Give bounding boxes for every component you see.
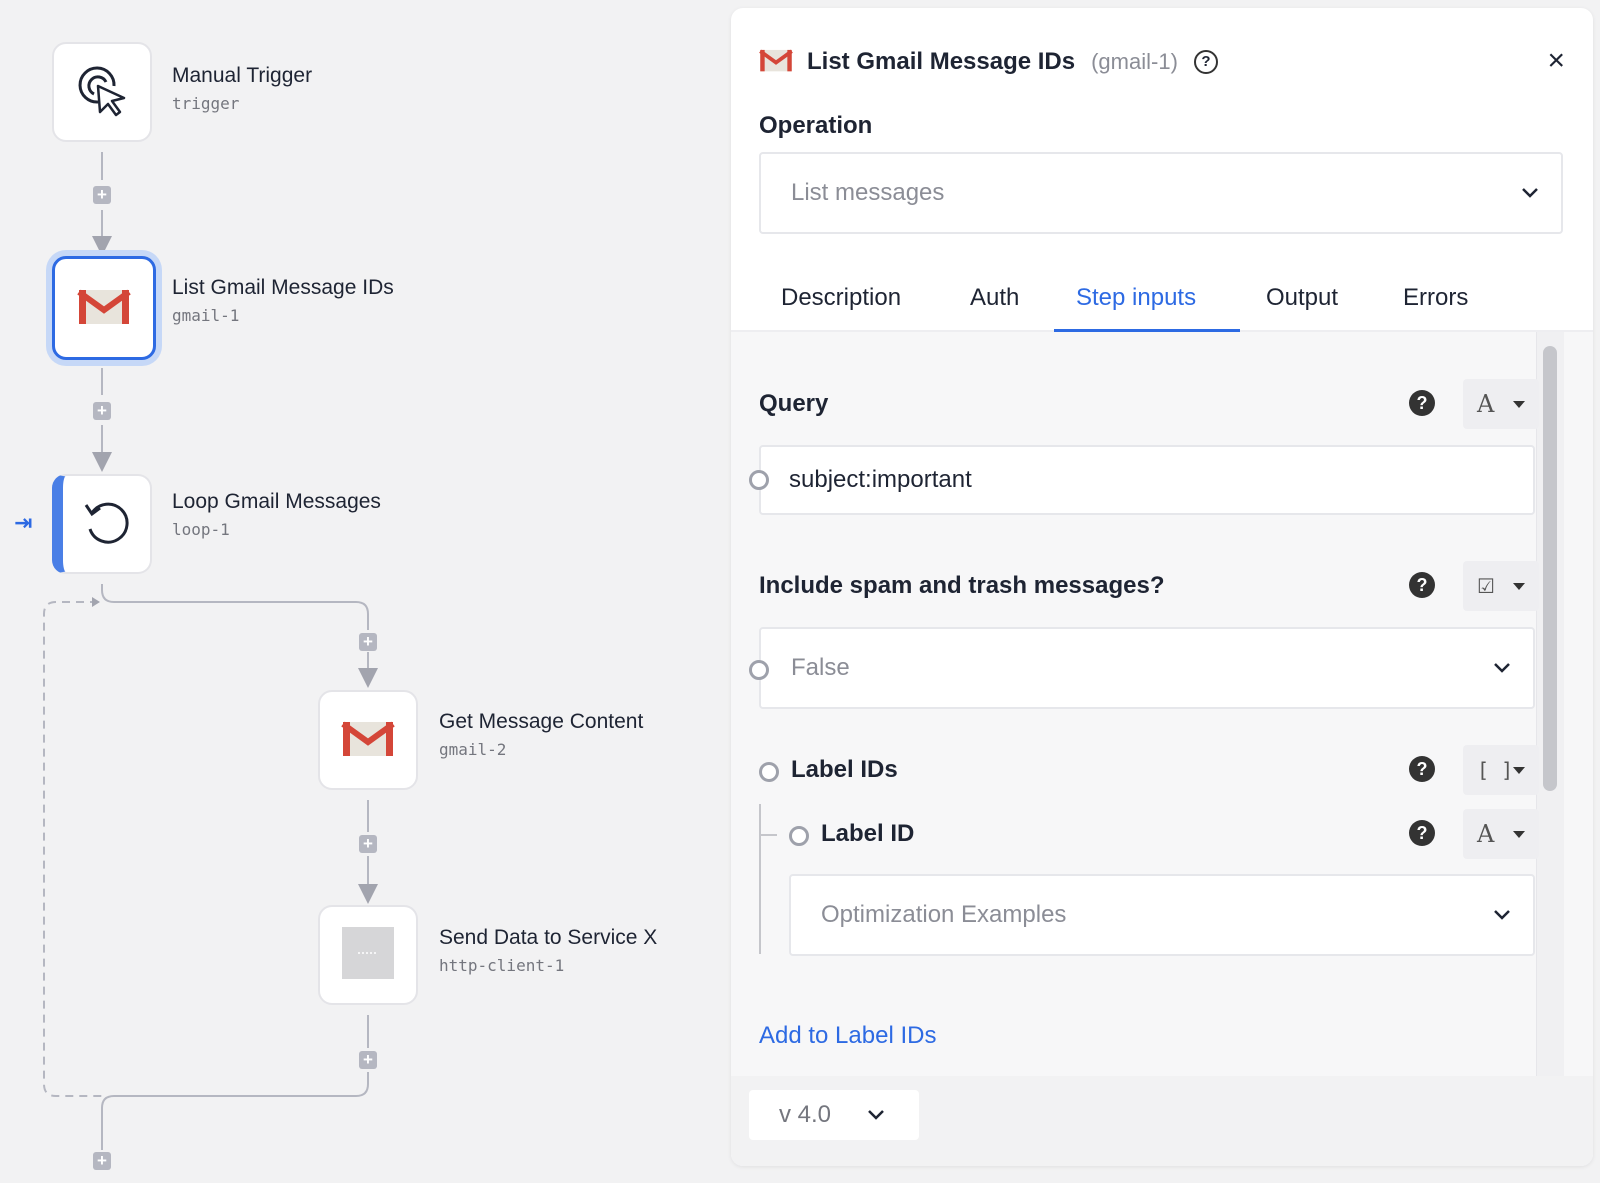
panel-header: List Gmail Message IDs (gmail-1) ? × — [759, 42, 1565, 82]
nested-field-guide — [759, 834, 777, 836]
tab-errors[interactable]: Errors — [1403, 284, 1468, 312]
add-step-button[interactable]: + — [93, 1152, 111, 1170]
node-manual-trigger[interactable] — [52, 42, 152, 142]
query-input[interactable]: subject:important — [759, 445, 1535, 515]
node-key: gmail-1 — [172, 306, 240, 325]
tab-step-inputs[interactable]: Step inputs — [1076, 284, 1196, 312]
node-label-get-message-content: Get Message Content gmail-2 — [439, 710, 643, 759]
include-spam-label: Include spam and trash messages? — [759, 572, 1165, 599]
node-key: gmail-2 — [439, 740, 507, 759]
caret-down-icon — [1513, 767, 1525, 774]
label-id-type-button[interactable]: A — [1463, 809, 1539, 859]
label-id-select[interactable]: Optimization Examples — [789, 874, 1535, 956]
add-step-button[interactable]: + — [359, 633, 377, 651]
workflow-connectors — [43, 152, 378, 1150]
query-value: subject:important — [789, 466, 972, 493]
step-inputs-content: Query ? A subject:important Include spam… — [731, 332, 1593, 1076]
array-type-icon: [ ] — [1477, 758, 1514, 782]
node-title: List Gmail Message IDs — [172, 276, 394, 299]
chevron-down-icon — [1494, 663, 1510, 673]
caret-down-icon — [1513, 401, 1525, 408]
gmail-icon — [341, 718, 395, 763]
node-get-message-content[interactable] — [318, 690, 418, 790]
node-key: loop-1 — [172, 520, 230, 539]
node-title: Send Data to Service X — [439, 926, 658, 949]
scrollbar-thumb[interactable] — [1543, 346, 1557, 791]
tab-auth[interactable]: Auth — [970, 284, 1019, 312]
version-select[interactable]: v 4.0 — [749, 1090, 919, 1140]
panel-step-key: (gmail-1) — [1091, 49, 1178, 74]
tab-bar: Description Auth Step inputs Output Erro… — [731, 270, 1593, 332]
operation-value: List messages — [791, 179, 945, 206]
node-title: Loop Gmail Messages — [172, 490, 381, 513]
label-ids-help-icon[interactable]: ? — [1409, 756, 1435, 782]
node-label-loop-gmail-messages: Loop Gmail Messages loop-1 — [172, 490, 381, 539]
tab-description[interactable]: Description — [781, 284, 901, 312]
chevron-down-icon — [1494, 910, 1510, 920]
query-help-icon[interactable]: ? — [1409, 390, 1435, 416]
node-key: trigger — [172, 94, 240, 113]
close-button[interactable]: × — [1547, 44, 1565, 78]
add-to-label-ids-link[interactable]: Add to Label IDs — [759, 1022, 936, 1050]
label-ids-label: Label IDs — [791, 756, 898, 783]
label-ids-type-button[interactable]: [ ] — [1463, 745, 1539, 795]
string-type-icon: A — [1477, 390, 1495, 418]
label-ids-connect-radio[interactable] — [759, 762, 779, 782]
node-list-gmail-message-ids[interactable] — [52, 256, 156, 360]
caret-down-icon — [1513, 583, 1525, 590]
boolean-type-icon: ☑ — [1477, 574, 1495, 598]
operation-label: Operation — [759, 112, 873, 139]
include-spam-help-icon[interactable]: ? — [1409, 572, 1435, 598]
node-title: Get Message Content — [439, 710, 644, 733]
workflow-canvas: Manual Trigger trigger + List Gmail Mess… — [0, 0, 730, 1183]
node-send-data-to-service-x[interactable] — [318, 905, 418, 1005]
string-type-icon: A — [1477, 820, 1495, 848]
version-value: v 4.0 — [779, 1101, 832, 1128]
include-spam-value: False — [791, 654, 850, 681]
step-config-panel: List Gmail Message IDs (gmail-1) ? × Ope… — [731, 8, 1593, 1166]
add-step-button[interactable]: + — [359, 835, 377, 853]
label-id-help-icon[interactable]: ? — [1409, 820, 1435, 846]
label-id-connect-radio[interactable] — [789, 826, 809, 846]
loop-icon — [80, 495, 134, 554]
cursor-click-icon — [74, 62, 130, 123]
http-client-icon — [341, 926, 395, 985]
node-label-send-data-to-service-x: Send Data to Service X http-client-1 — [439, 926, 657, 975]
node-title: Manual Trigger — [172, 64, 313, 87]
query-connect-radio[interactable] — [749, 470, 769, 490]
include-spam-connect-radio[interactable] — [749, 660, 769, 680]
operation-select[interactable]: List messages — [759, 152, 1563, 234]
tab-output[interactable]: Output — [1266, 284, 1338, 312]
label-id-value: Optimization Examples — [821, 901, 1067, 928]
node-loop-gmail-messages[interactable] — [52, 474, 152, 574]
label-id-label: Label ID — [821, 820, 915, 847]
node-label-manual-trigger: Manual Trigger trigger — [172, 64, 312, 113]
gmail-icon — [77, 286, 131, 331]
include-spam-type-button[interactable]: ☑ — [1463, 561, 1539, 611]
help-icon[interactable]: ? — [1193, 50, 1218, 74]
panel-footer: v 4.0 — [731, 1076, 1593, 1166]
query-label: Query — [759, 390, 829, 417]
add-step-button[interactable]: + — [93, 402, 111, 420]
chevron-down-icon — [1522, 188, 1538, 198]
caret-down-icon — [1513, 831, 1525, 838]
add-step-button[interactable]: + — [359, 1051, 377, 1069]
node-key: http-client-1 — [439, 956, 565, 975]
node-label-list-gmail-message-ids: List Gmail Message IDs gmail-1 — [172, 276, 394, 325]
gmail-icon — [759, 47, 793, 78]
add-step-button[interactable]: + — [93, 186, 111, 204]
chevron-down-icon — [868, 1110, 884, 1120]
panel-title: List Gmail Message IDs — [807, 48, 1076, 75]
collapse-loop-icon[interactable]: ⇥ — [14, 510, 32, 536]
nested-field-guide — [759, 804, 761, 954]
include-spam-select[interactable]: False — [759, 627, 1535, 709]
query-type-button[interactable]: A — [1463, 379, 1539, 429]
